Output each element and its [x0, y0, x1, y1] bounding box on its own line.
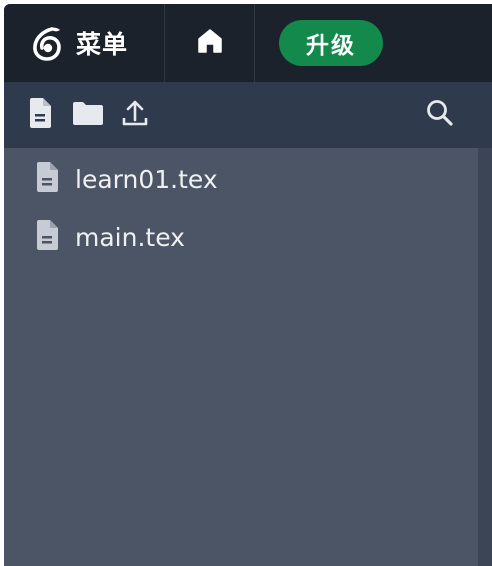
- file-item-main[interactable]: main.tex: [4, 209, 478, 265]
- search-button[interactable]: [422, 82, 458, 148]
- home-icon: [196, 27, 224, 59]
- file-item-learn01[interactable]: learn01.tex: [4, 151, 478, 207]
- home-button[interactable]: [165, 4, 255, 82]
- upload-icon: [121, 98, 149, 132]
- file-name: learn01.tex: [75, 164, 218, 194]
- new-folder-icon: [71, 99, 105, 131]
- upgrade-button[interactable]: 升级: [279, 20, 383, 66]
- top-toolbar: 菜单 升级: [4, 4, 492, 82]
- upload-button[interactable]: [120, 82, 150, 148]
- file-icon: [34, 161, 60, 197]
- editor-panel: 菜单 升级 learn01.tex main.tex: [4, 4, 492, 566]
- upgrade-wrap: 升级: [255, 4, 383, 82]
- new-file-button[interactable]: [24, 82, 56, 148]
- overleaf-logo-icon: [30, 25, 64, 61]
- scrollbar[interactable]: [478, 148, 492, 566]
- file-name: main.tex: [75, 222, 185, 252]
- new-file-icon: [27, 97, 53, 133]
- search-icon: [425, 98, 455, 132]
- file-tree: learn01.tex main.tex: [4, 148, 478, 566]
- menu-button[interactable]: 菜单: [4, 4, 165, 82]
- menu-label: 菜单: [76, 30, 129, 59]
- file-icon: [34, 219, 60, 255]
- new-folder-button[interactable]: [70, 82, 106, 148]
- file-toolbar: [4, 82, 492, 148]
